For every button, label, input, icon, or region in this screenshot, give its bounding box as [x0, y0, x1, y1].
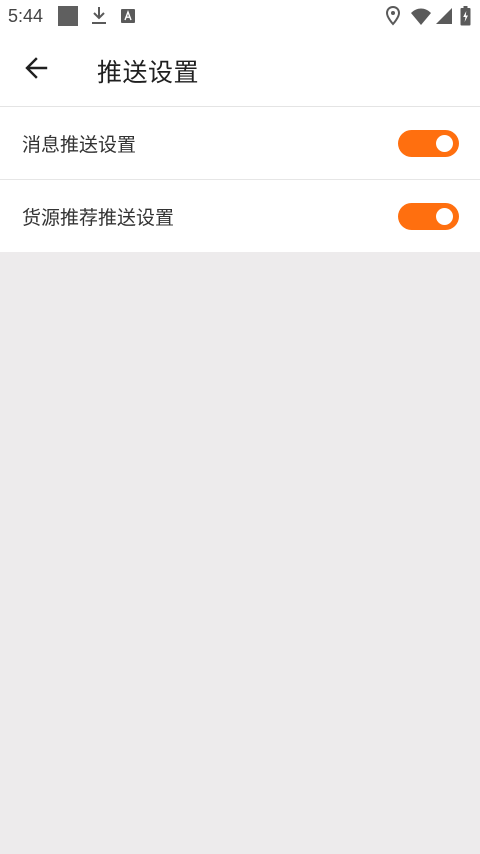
app-bar: 推送设置: [0, 33, 480, 107]
status-time: 5:44: [8, 6, 44, 26]
download-icon: [92, 7, 106, 24]
cargo-recommend-push-toggle[interactable]: [398, 203, 459, 230]
notification-square-icon: [58, 6, 78, 26]
setting-label: 货源推荐推送设置: [22, 207, 175, 229]
setting-row-message-push: 消息推送设置: [0, 107, 480, 179]
back-button[interactable]: [14, 45, 60, 91]
location-icon: [386, 6, 400, 26]
signal-icon: [436, 8, 452, 24]
toggle-knob: [436, 208, 453, 225]
settings-list: 消息推送设置 货源推荐推送设置: [0, 107, 480, 252]
arrow-left-icon: [25, 57, 48, 79]
setting-row-cargo-recommend-push: 货源推荐推送设置: [0, 179, 480, 252]
battery-icon: [460, 6, 471, 26]
wifi-icon: [411, 8, 431, 25]
setting-label: 消息推送设置: [22, 134, 137, 156]
page-title: 推送设置: [97, 58, 200, 87]
a-icon: [121, 9, 135, 23]
message-push-toggle[interactable]: [398, 130, 459, 157]
status-bar: 5:44: [0, 0, 480, 33]
toggle-knob: [436, 135, 453, 152]
